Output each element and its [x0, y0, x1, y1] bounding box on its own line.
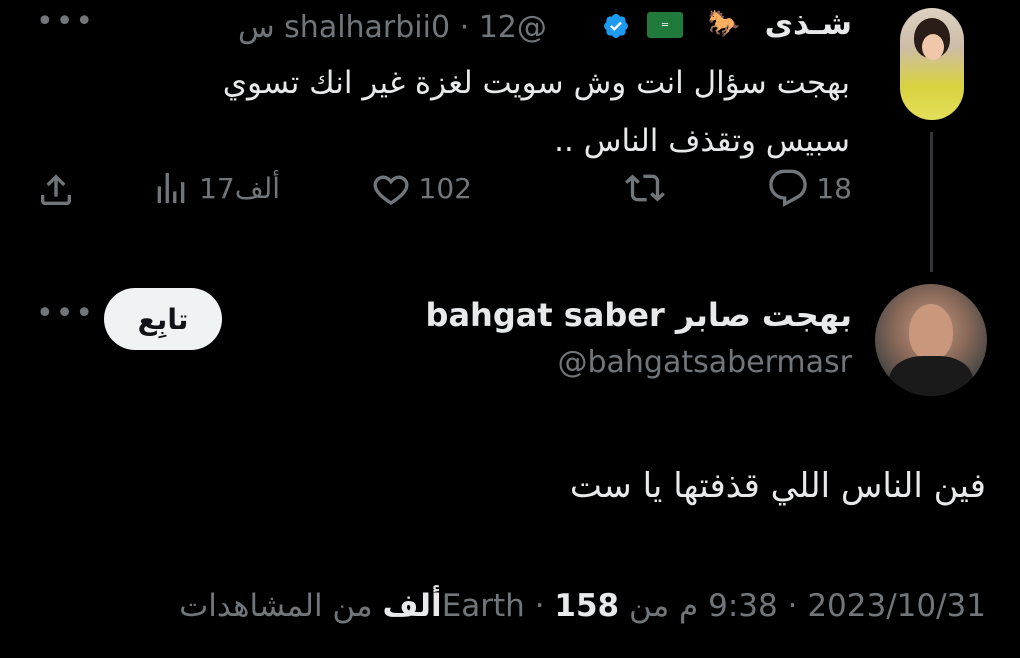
main-handle[interactable]: @bahgatsabermasr [557, 345, 852, 380]
main-tweet-text: فين الناس اللي قذفتها يا ست [569, 466, 986, 506]
main-display-name[interactable]: bahgat saber بهجت صابر [426, 296, 852, 334]
reply-icon [769, 169, 808, 207]
thread-connector [930, 132, 933, 272]
avatar-shirt [889, 356, 973, 396]
avatar-head [909, 304, 953, 360]
parent-display-name[interactable]: شـذى [765, 6, 852, 42]
more-options-icon[interactable]: ••• [36, 296, 95, 331]
retweet-button[interactable] [625, 168, 665, 208]
saudi-flag-icon: ═ [647, 12, 683, 38]
share-button[interactable] [36, 170, 76, 210]
reply-button[interactable]: 18 [768, 168, 852, 208]
analytics-icon [157, 173, 185, 203]
like-button[interactable]: 102 [371, 168, 472, 208]
retweet-icon [625, 174, 665, 202]
views-button[interactable]: 17ألف [151, 168, 280, 208]
reply-count: 18 [816, 171, 852, 205]
separator-dot: · [534, 588, 545, 624]
horse-icon: 🐎 [707, 9, 740, 39]
parent-handle-time[interactable]: @shalharbii0 · 12 س [238, 10, 547, 45]
tweet-meta: 2023/10/31 · 9:38 م من Earth · 158ألف من… [179, 588, 986, 624]
views-count: 17ألف [199, 171, 280, 205]
more-options-icon[interactable]: ••• [36, 4, 95, 39]
avatar-face [922, 34, 944, 60]
share-icon [41, 174, 71, 205]
avatar-parent[interactable] [900, 8, 964, 120]
heart-icon [373, 175, 409, 205]
separator-dot: · [459, 10, 479, 45]
avatar-main[interactable] [875, 284, 987, 396]
verified-badge-icon [604, 14, 628, 38]
parent-tweet-text: بهجت سؤال انت وش سويت لغزة غير انك تسوي … [222, 65, 850, 159]
views-label: من المشاهدات [179, 588, 373, 624]
tweet-time[interactable]: 9:38 م [679, 588, 778, 624]
tweet-date[interactable]: 2023/10/31 [807, 588, 986, 624]
separator-dot: · [787, 588, 798, 624]
like-count: 102 [418, 171, 472, 205]
follow-button[interactable]: تابِع [104, 288, 222, 350]
